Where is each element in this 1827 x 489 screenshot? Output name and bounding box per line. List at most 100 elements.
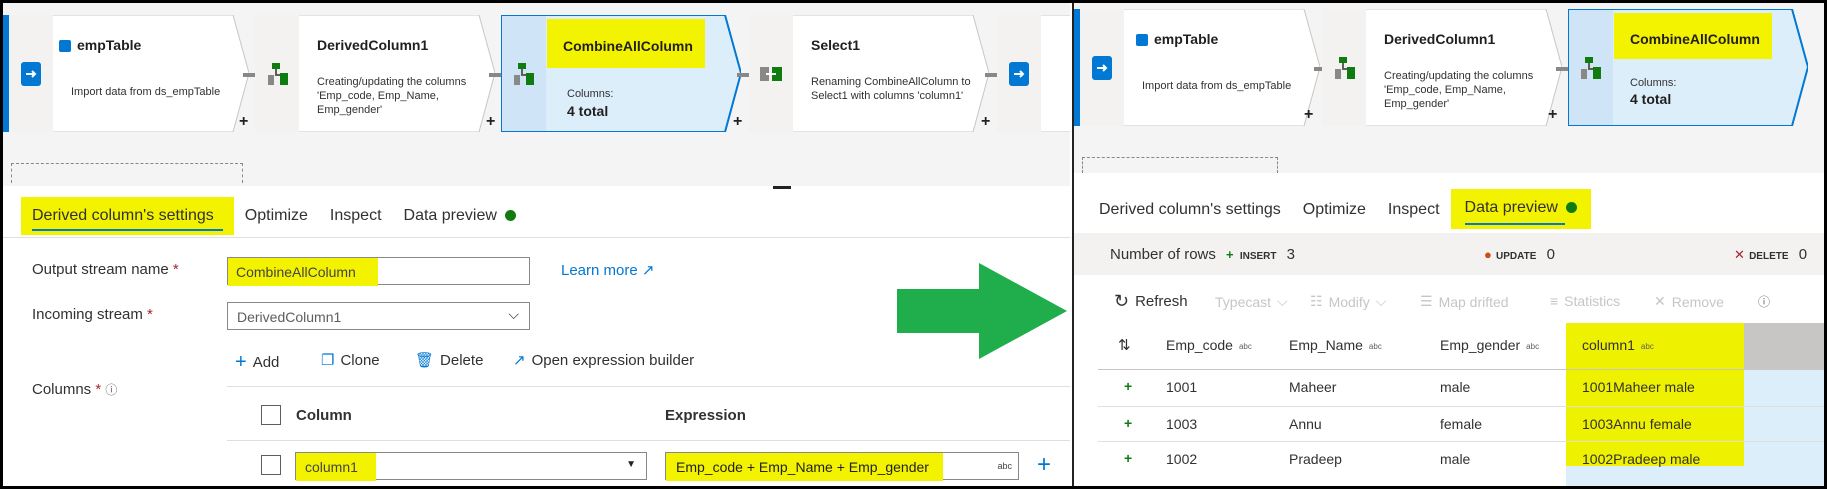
node-title: empTable	[59, 37, 141, 53]
node-select1[interactable]: Select1 Renaming CombineAllColumn to Sel…	[749, 15, 989, 132]
screenshot-frame: empTable Import data from ds_empTable + …	[0, 0, 1827, 489]
tab-inspect[interactable]: Inspect	[319, 199, 393, 235]
derived-column-icon	[1568, 9, 1612, 126]
type-tag: abc	[997, 461, 1012, 471]
insert-icon: +	[1124, 450, 1133, 466]
columns-label: Columns * ⓘ	[32, 381, 118, 398]
cell: 1002Pradeep male	[1582, 451, 1701, 467]
node-desc: Creating/updating the columns 'Emp_code,…	[1384, 70, 1534, 110]
tab-data-preview[interactable]: Data preview	[393, 199, 527, 235]
derived-column-icon	[1322, 9, 1366, 126]
header-emp-gender[interactable]: Emp_gender abc	[1440, 337, 1539, 353]
cell: 1002	[1166, 451, 1198, 467]
statistics-icon: ≡	[1550, 293, 1559, 309]
modify-button[interactable]: ☷ Modify ⌵	[1310, 293, 1386, 310]
node-columns-label: Columns:	[1630, 77, 1677, 89]
delete-count: ✕ DELETE 0	[1734, 246, 1808, 263]
cell: 1003	[1166, 416, 1198, 432]
add-step-button[interactable]: +	[239, 113, 248, 131]
tab-derived-settings[interactable]: Derived column's settings	[21, 197, 234, 235]
cell: 1001	[1166, 379, 1198, 395]
add-step-button[interactable]: +	[981, 113, 990, 131]
tab-data-preview[interactable]: Data preview	[1450, 189, 1591, 229]
node-emptable[interactable]: empTable Import data from ds_empTable	[1080, 9, 1320, 126]
source-icon	[9, 15, 53, 132]
derived-column-icon	[501, 15, 545, 132]
header-column1[interactable]: column1 abc	[1582, 337, 1654, 353]
node-emptable[interactable]: empTable Import data from ds_empTable	[9, 15, 249, 132]
node-title: empTable	[1136, 31, 1218, 47]
plus-icon: +	[235, 351, 247, 373]
insert-icon: +	[1226, 247, 1234, 262]
node-derivedcolumn1[interactable]: DerivedColumn1 Creating/updating the col…	[255, 15, 495, 132]
node-sink-partial[interactable]	[997, 15, 1070, 132]
sort-icon[interactable]: ⇅	[1118, 336, 1131, 354]
dataflow-canvas: empTable Import data from ds_empTable + …	[1074, 3, 1824, 173]
output-stream-input[interactable]: CombineAllColumn	[227, 257, 530, 286]
header-filler	[1744, 323, 1824, 369]
node-title: DerivedColumn1	[317, 37, 429, 53]
info-icon: ⓘ	[105, 383, 118, 397]
map-drifted-button[interactable]: ☰ Map drifted	[1420, 293, 1509, 310]
external-link-icon: ↗	[641, 262, 655, 279]
node-combineallcolumn[interactable]: CombineAllColumn Columns: 4 total	[501, 15, 741, 132]
statistics-button[interactable]: ≡ Statistics	[1550, 293, 1620, 309]
dataflow-canvas: empTable Import data from ds_empTable + …	[3, 3, 1070, 189]
node-columns-total: 4 total	[567, 103, 609, 119]
map-icon: ☰	[1420, 293, 1433, 309]
chevron-down-icon: ⌵	[1375, 293, 1387, 309]
info-icon[interactable]: ⓘ	[1758, 293, 1770, 310]
add-step-button[interactable]: +	[1548, 106, 1557, 124]
tab-optimize[interactable]: Optimize	[1292, 193, 1377, 229]
refresh-button[interactable]: ↻ Refresh	[1114, 291, 1188, 312]
learn-more-link[interactable]: Learn more ↗	[561, 261, 654, 279]
header-emp-name[interactable]: Emp_Name abc	[1289, 337, 1382, 353]
right-pane: empTable Import data from ds_empTable + …	[1072, 3, 1824, 486]
insert-icon: +	[1124, 378, 1133, 394]
clone-icon: ❐	[321, 352, 335, 369]
trash-icon: 🗑	[415, 352, 435, 369]
update-icon: ●	[1484, 247, 1492, 262]
cell: 1003Annu female	[1582, 416, 1692, 432]
divider	[1098, 406, 1824, 407]
tab-inspect[interactable]: Inspect	[1377, 193, 1451, 229]
column-name-input[interactable]: column1 ▼	[295, 452, 647, 481]
expression-header: Expression	[665, 407, 746, 424]
expression-builder-button[interactable]: ↗ Open expression builder	[513, 351, 694, 370]
node-title: DerivedColumn1	[1384, 31, 1496, 47]
incoming-stream-select[interactable]: DerivedColumn1 ⌵	[227, 302, 530, 330]
delete-button[interactable]: 🗑 Delete	[415, 351, 483, 370]
row-checkbox[interactable]	[261, 455, 281, 475]
cell: Annu	[1289, 416, 1322, 432]
node-title: Select1	[811, 37, 861, 53]
add-button[interactable]: + Add	[235, 351, 279, 374]
column-header: Column	[296, 407, 352, 424]
node-derivedcolumn1[interactable]: DerivedColumn1 Creating/updating the col…	[1322, 9, 1562, 126]
add-step-button[interactable]: +	[486, 113, 495, 131]
header-emp-code[interactable]: Emp_code abc	[1166, 337, 1252, 353]
drop-zone	[11, 163, 243, 183]
add-column-icon[interactable]: +	[1037, 451, 1051, 479]
expression-input[interactable]: Emp_code + Emp_Name + Emp_gender abc	[665, 452, 1019, 481]
divider	[227, 440, 1070, 441]
node-columns-total: 4 total	[1630, 91, 1672, 107]
table-icon	[1136, 34, 1148, 47]
status-dot	[504, 210, 516, 222]
tab-optimize[interactable]: Optimize	[234, 199, 319, 235]
clone-button[interactable]: ❐ Clone	[321, 351, 380, 370]
select-all-checkbox[interactable]	[261, 405, 281, 425]
typecast-button[interactable]: Typecast ⌵	[1215, 293, 1288, 310]
external-link-icon: ↗	[513, 352, 526, 369]
cell: male	[1440, 451, 1471, 467]
node-combineallcolumn[interactable]: CombineAllColumn Columns: 4 total	[1568, 9, 1808, 126]
divider	[1098, 369, 1824, 370]
add-step-button[interactable]: +	[1304, 106, 1313, 124]
select-icon	[749, 15, 793, 132]
update-count: ● UPDATE 0	[1484, 246, 1555, 263]
add-step-button[interactable]: +	[733, 113, 742, 131]
delete-icon: ✕	[1734, 247, 1745, 262]
tab-derived-settings[interactable]: Derived column's settings	[1088, 193, 1292, 229]
tab-label: Data preview	[1464, 199, 1558, 216]
resize-handle[interactable]	[773, 186, 791, 189]
remove-button[interactable]: ✕ Remove	[1654, 293, 1724, 310]
